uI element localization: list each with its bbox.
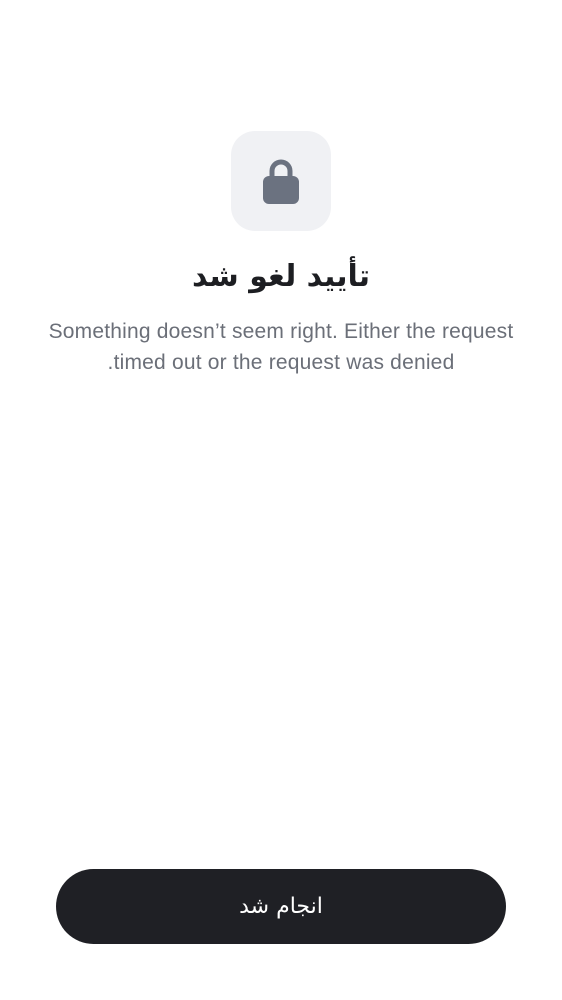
lock-icon	[263, 159, 299, 204]
status-message: Something doesn’t seem right. Either the…	[48, 320, 514, 374]
done-button[interactable]: انجام شد	[56, 869, 506, 944]
lock-icon-tile	[231, 131, 331, 231]
page-title: تأیید لغو شد	[191, 259, 371, 294]
cancellation-screen: تأیید لغو شد Something doesn’t seem righ…	[0, 0, 562, 1000]
